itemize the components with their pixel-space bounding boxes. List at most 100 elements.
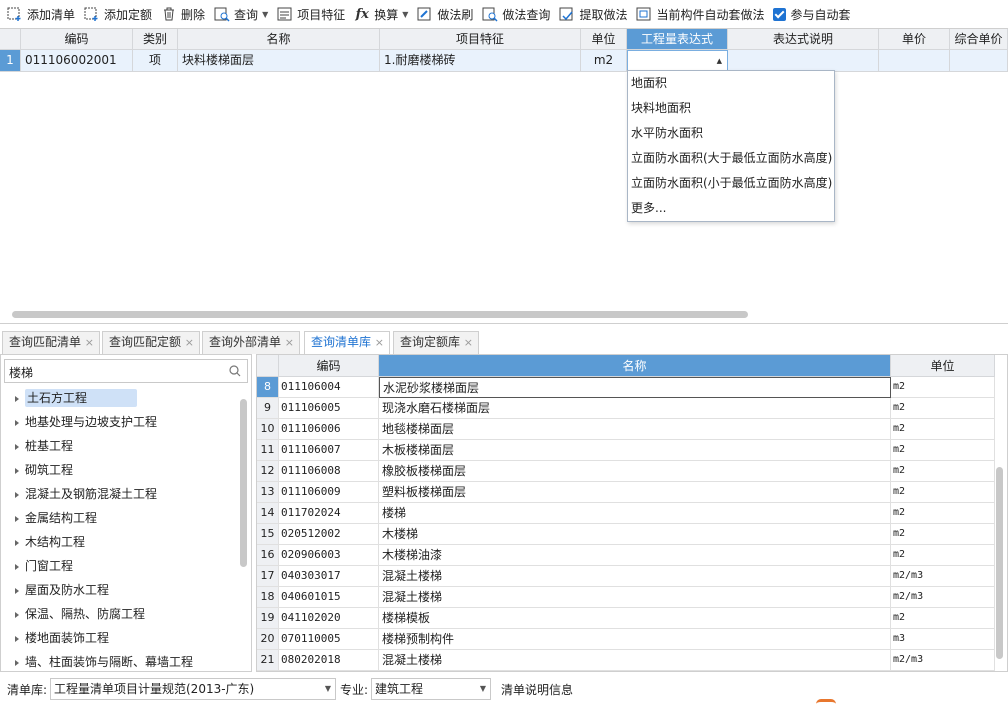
horizontal-scrollbar[interactable] [12,311,748,318]
row-name[interactable]: 木板楼梯面层 [379,440,891,461]
row-unit[interactable]: m2 [891,440,995,461]
list-scrollbar[interactable] [996,467,1003,659]
list-row[interactable]: 9 011106005 现浇水磨石楼梯面层 m2 [257,398,995,419]
row-number[interactable]: 15 [257,524,279,545]
row-name[interactable]: 混凝土楼梯 [379,566,891,587]
row-name[interactable]: 木楼梯 [379,524,891,545]
row-number[interactable]: 17 [257,566,279,587]
expand-arrow-icon[interactable] [15,635,19,642]
cell-total-price[interactable] [950,50,1008,72]
dropdown-item-block-floor-area[interactable]: 块料地面积 [628,96,834,121]
row-number[interactable]: 12 [257,461,279,482]
row-name[interactable]: 橡胶板楼梯面层 [379,461,891,482]
row-name[interactable]: 混凝土楼梯 [379,650,891,671]
row-code[interactable]: 011106008 [279,461,379,482]
dropdown-item-horizontal-waterproof[interactable]: 水平防水面积 [628,121,834,146]
tree-item[interactable]: 门窗工程 [15,555,73,577]
expand-arrow-icon[interactable] [15,611,19,618]
close-icon[interactable]: × [464,332,473,353]
row-number[interactable]: 9 [257,398,279,419]
row-name[interactable]: 木楼梯油漆 [379,545,891,566]
row-number[interactable]: 11 [257,440,279,461]
tree-scrollbar[interactable] [240,399,247,567]
list-row[interactable]: 18 040601015 混凝土楼梯 m2/m3 [257,587,995,608]
search-input[interactable]: 楼梯 [4,359,248,383]
expand-arrow-icon[interactable] [15,659,19,666]
cell-name[interactable]: 块料楼梯面层 [178,50,380,72]
expand-arrow-icon[interactable] [15,587,19,594]
cell-unit[interactable]: m2 [581,50,627,72]
row-unit[interactable]: m2 [891,524,995,545]
expand-arrow-icon[interactable] [15,443,19,450]
list-header-unit[interactable]: 单位 [891,355,995,377]
row-unit[interactable]: m2 [891,461,995,482]
row-code[interactable]: 070110005 [279,629,379,650]
tree-item[interactable]: 地基处理与边坡支护工程 [15,411,157,433]
row-unit[interactable]: m2/m3 [891,587,995,608]
cell-code[interactable]: 011106002001 [21,50,133,72]
row-name[interactable]: 地毯楼梯面层 [379,419,891,440]
dropdown-item-vertical-waterproof-below[interactable]: 立面防水面积(小于最低立面防水高度) [628,171,834,196]
tree-item[interactable]: 混凝土及钢筋混凝土工程 [15,483,157,505]
grid-header-total-price[interactable]: 综合单价 [950,29,1008,50]
grid-header-price[interactable]: 单价 [879,29,950,50]
dropdown-item-more[interactable]: 更多... [628,196,834,221]
row-code[interactable]: 011702024 [279,503,379,524]
add-quota-button[interactable]: 添加定额 [81,3,158,25]
row-code[interactable]: 011106009 [279,482,379,503]
row-name[interactable]: 水泥砂浆楼梯面层 [379,377,891,398]
grid-header-unit[interactable]: 单位 [581,29,627,50]
grid-header-expression-desc[interactable]: 表达式说明 [728,29,879,50]
row-code[interactable]: 020906003 [279,545,379,566]
expand-arrow-icon[interactable] [15,515,19,522]
tree-item[interactable]: 木结构工程 [15,531,85,553]
row-name[interactable]: 楼梯模板 [379,608,891,629]
row-unit[interactable]: m2 [891,503,995,524]
row-number[interactable]: 10 [257,419,279,440]
row-number[interactable]: 8 [257,377,279,398]
close-icon[interactable]: × [185,332,194,353]
tree-item[interactable]: 砌筑工程 [15,459,73,481]
dropdown-item-floor-area[interactable]: 地面积 [628,71,834,96]
expand-arrow-icon[interactable] [15,563,19,570]
grid-header-category[interactable]: 类别 [133,29,178,50]
convert-button[interactable]: fx 换算 ▼ [351,3,414,25]
search-icon[interactable] [229,365,241,377]
tree-item[interactable]: 保温、隔热、防腐工程 [15,603,145,625]
grid-header-feature[interactable]: 项目特征 [380,29,581,50]
list-row[interactable]: 12 011106008 橡胶板楼梯面层 m2 [257,461,995,482]
row-code[interactable]: 011106004 [279,377,379,398]
row-code[interactable]: 040601015 [279,587,379,608]
expand-arrow-icon[interactable] [15,467,19,474]
tree-item[interactable]: 楼地面装饰工程 [15,627,109,649]
row-number[interactable]: 16 [257,545,279,566]
row-number[interactable]: 21 [257,650,279,671]
row-code[interactable]: 041102020 [279,608,379,629]
row-code[interactable]: 011106006 [279,419,379,440]
list-header-name[interactable]: 名称 [379,355,891,377]
row-unit[interactable]: m2 [891,377,995,398]
row-unit[interactable]: m2 [891,608,995,629]
expand-arrow-icon[interactable] [15,395,19,402]
row-number[interactable]: 13 [257,482,279,503]
row-number[interactable]: 19 [257,608,279,629]
row-unit[interactable]: m2 [891,482,995,503]
close-icon[interactable]: × [85,332,94,353]
grid-header-name[interactable]: 名称 [178,29,380,50]
row-unit[interactable]: m2 [891,398,995,419]
query-button[interactable]: 查询 ▼ [211,3,274,25]
list-row[interactable]: 15 020512002 木楼梯 m2 [257,524,995,545]
row-code[interactable]: 020512002 [279,524,379,545]
row-unit[interactable]: m2/m3 [891,566,995,587]
tree-item[interactable]: 屋面及防水工程 [15,579,109,601]
tree-item[interactable]: 金属结构工程 [15,507,97,529]
list-row[interactable]: 19 041102020 楼梯模板 m2 [257,608,995,629]
row-unit[interactable]: m2 [891,419,995,440]
expand-arrow-icon[interactable] [15,539,19,546]
cell-price[interactable] [879,50,950,72]
row-unit[interactable]: m2/m3 [891,650,995,671]
row-name[interactable]: 现浇水磨石楼梯面层 [379,398,891,419]
row-number[interactable]: 1 [0,50,21,72]
item-feature-button[interactable]: 项目特征 [274,3,351,25]
library-select[interactable]: 工程量清单项目计量规范(2013-广东) ▼ [50,678,336,700]
